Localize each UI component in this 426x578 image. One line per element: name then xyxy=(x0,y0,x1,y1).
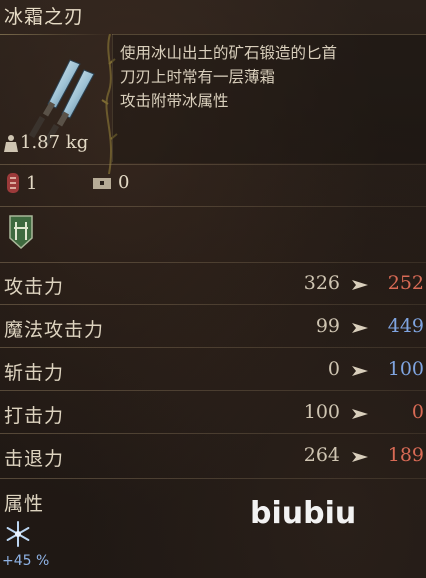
description-line: 刀刃上时常有一层薄霜 xyxy=(120,68,276,86)
stat-label: 攻击力 xyxy=(4,276,65,298)
arrow-right-icon xyxy=(352,366,368,376)
stat-new-value: 189 xyxy=(387,444,424,466)
stat-label: 魔法攻击力 xyxy=(4,319,105,341)
arrow-right-icon xyxy=(352,280,368,290)
divider xyxy=(0,304,426,305)
stat-base-value: 326 xyxy=(303,272,340,294)
stat-row-slash: 斩击力 0 100 xyxy=(0,352,426,390)
divider xyxy=(0,433,426,434)
attributes-label: 属性 xyxy=(4,493,45,515)
shield-badge-icon xyxy=(9,215,33,250)
stat-new-value: 449 xyxy=(387,315,424,337)
stat-base-value: 100 xyxy=(303,401,340,423)
item-weight: 1.87 kg xyxy=(4,132,88,153)
item-name: 冰霜之刃 xyxy=(4,6,85,28)
chest-count-value: 0 xyxy=(118,172,130,193)
stat-new-value: 252 xyxy=(387,272,424,294)
arrow-right-icon xyxy=(352,452,368,462)
stat-row-strike: 打击力 100 0 xyxy=(0,395,426,433)
divider xyxy=(0,206,426,207)
arrow-right-icon xyxy=(352,409,368,419)
item-description-panel: 使用冰山出土的矿石锻造的匕首 刀刃上时常有一层薄霜 攻击附带冰属性 xyxy=(112,34,426,163)
arrow-right-icon xyxy=(352,323,368,333)
stat-new-value: 100 xyxy=(387,358,424,380)
weight-icon xyxy=(4,134,18,152)
watermark: biubiu xyxy=(250,496,357,531)
stat-label: 击退力 xyxy=(4,448,65,470)
chest-icon xyxy=(93,177,111,189)
stat-label: 斩击力 xyxy=(4,362,65,384)
weight-value: 1.87 kg xyxy=(20,132,89,153)
divider xyxy=(0,164,426,165)
stat-row-attack: 攻击力 326 252 xyxy=(0,266,426,304)
rune-icon xyxy=(7,173,19,193)
stat-label: 打击力 xyxy=(4,405,65,427)
stat-row-knockback: 击退力 264 189 xyxy=(0,438,426,476)
stat-base-value: 0 xyxy=(327,358,340,380)
stat-base-value: 99 xyxy=(315,315,340,337)
stat-new-value: 0 xyxy=(411,401,424,423)
description-line: 攻击附带冰属性 xyxy=(120,92,229,110)
stat-row-magic-attack: 魔法攻击力 99 449 xyxy=(0,309,426,347)
frost-icon xyxy=(6,521,30,547)
divider xyxy=(0,262,426,263)
description-line: 使用冰山出土的矿石锻造的匕首 xyxy=(120,44,338,62)
stat-base-value: 264 xyxy=(303,444,340,466)
chest-count: 0 xyxy=(92,172,129,193)
frost-percent: +45 % xyxy=(2,553,50,569)
divider xyxy=(0,390,426,391)
item-count: 1 xyxy=(6,172,37,194)
divider xyxy=(0,347,426,348)
item-count-value: 1 xyxy=(26,172,38,194)
divider xyxy=(0,478,426,479)
